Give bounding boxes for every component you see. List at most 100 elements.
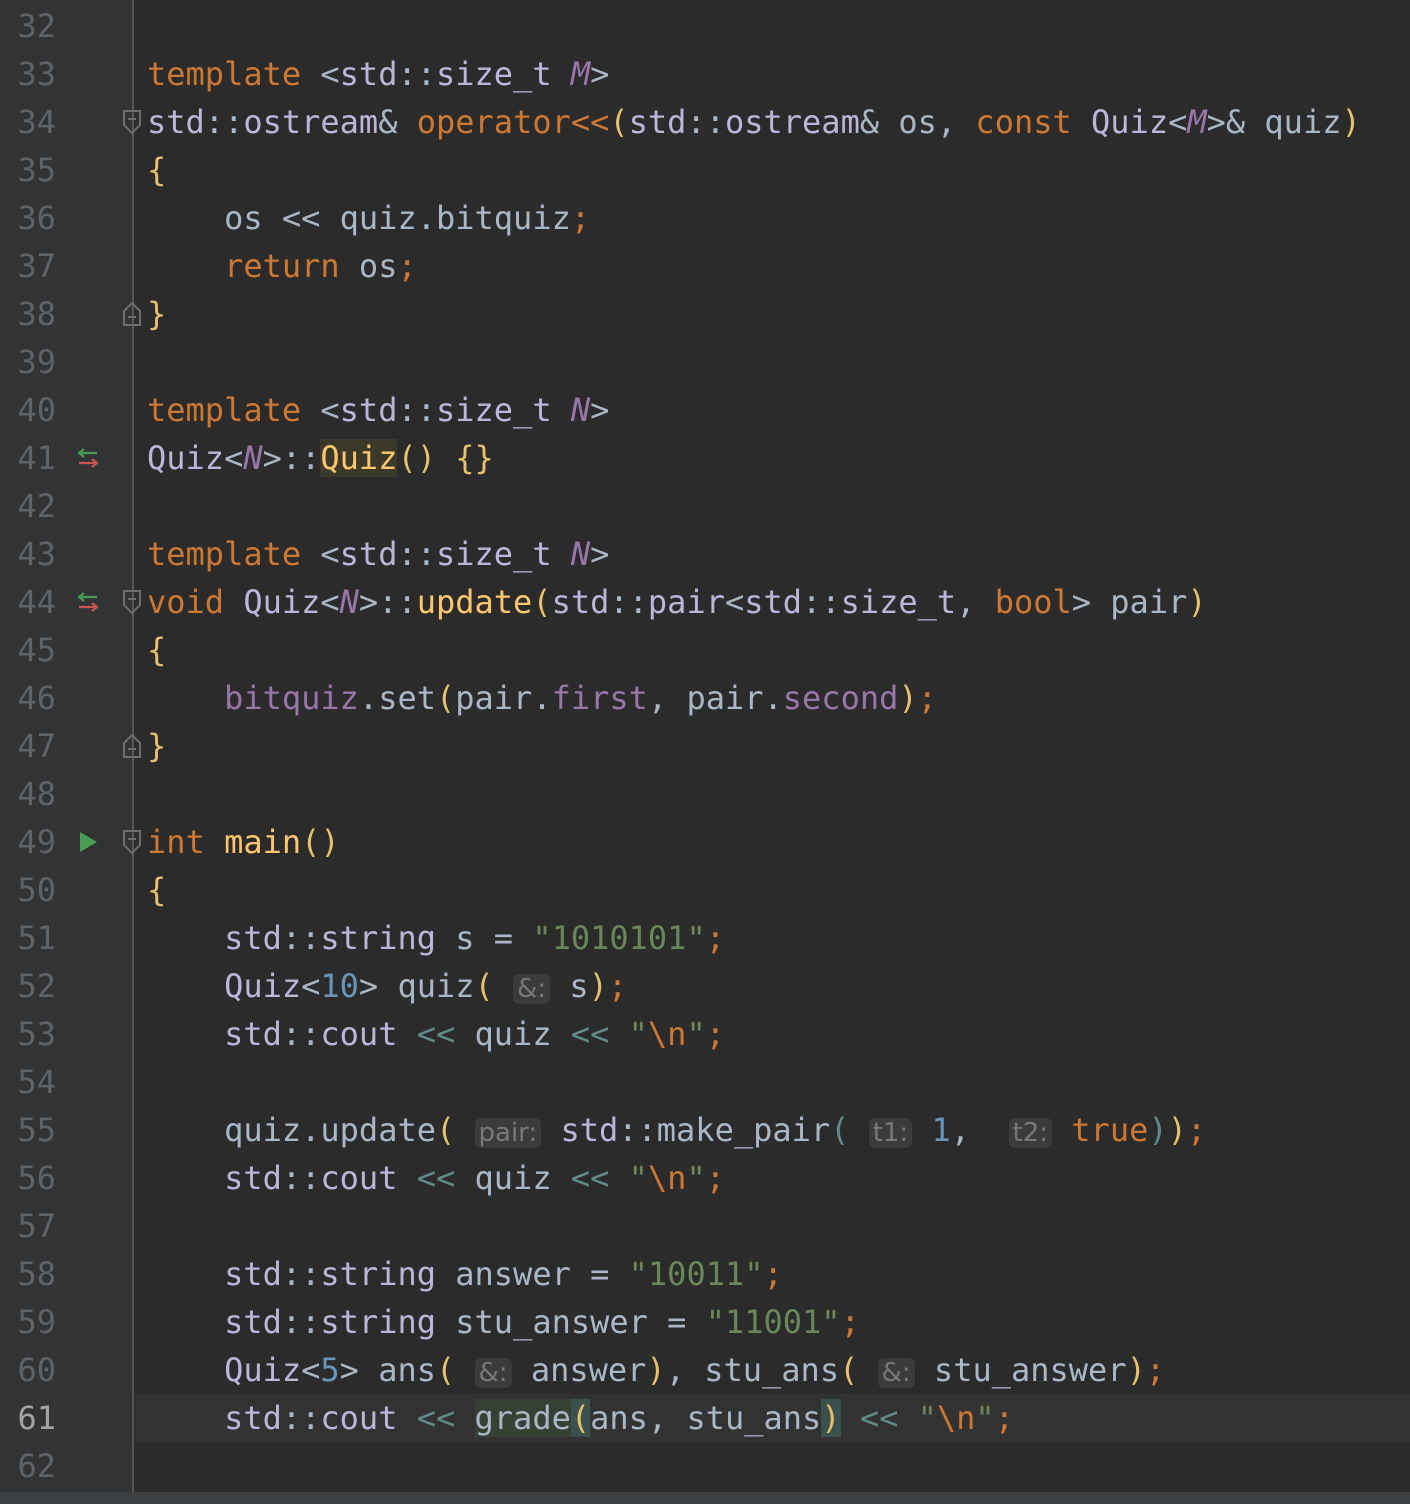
code-line[interactable]: 47 }	[0, 722, 1410, 770]
code-line-current[interactable]: 61 std::cout << grade(ans, stu_ans) << "…	[0, 1394, 1410, 1442]
line-number: 34	[17, 103, 56, 141]
code-line[interactable]: 48	[0, 770, 1410, 818]
line-number: 39	[17, 343, 56, 381]
code-line[interactable]: 52 Quiz<10> quiz( &: s);	[0, 962, 1410, 1010]
line-text: int main()	[147, 823, 340, 861]
line-number: 60	[17, 1351, 56, 1389]
line-text: template <std::size_t N>	[147, 535, 610, 573]
line-text: quiz.update( pair: std::make_pair( t1: 1…	[147, 1111, 1207, 1149]
line-text: void Quiz<N>::update(std::pair<std::size…	[147, 583, 1207, 621]
line-number: 54	[17, 1063, 56, 1101]
line-number: 40	[17, 391, 56, 429]
parameter-hint: &:	[877, 1358, 915, 1388]
line-text: std::string answer = "10011";	[224, 1255, 783, 1293]
line-text: template <std::size_t N>	[147, 391, 610, 429]
code-line[interactable]: 36 os << quiz.bitquiz;	[0, 194, 1410, 242]
code-line[interactable]: 35 {	[0, 146, 1410, 194]
code-line[interactable]: 55 quiz.update( pair: std::make_pair( t1…	[0, 1106, 1410, 1154]
code-line[interactable]: 46 bitquiz.set(pair.first, pair.second);	[0, 674, 1410, 722]
fold-open-icon[interactable]	[118, 98, 146, 146]
line-number: 32	[17, 7, 56, 45]
line-number: 50	[17, 871, 56, 909]
code-line[interactable]: 54	[0, 1058, 1410, 1106]
parameter-hint: t2:	[1008, 1118, 1053, 1148]
line-number: 55	[17, 1111, 56, 1149]
fold-open-icon[interactable]	[118, 818, 146, 866]
line-text: }	[147, 727, 167, 765]
code-line[interactable]: 51 std::string s = "1010101";	[0, 914, 1410, 962]
line-text: Quiz<5> ans( &: answer), stu_ans( &: stu…	[224, 1351, 1166, 1389]
line-number: 43	[17, 535, 56, 573]
line-text: std::string s = "1010101";	[224, 919, 725, 957]
line-text: template <std::size_t M>	[147, 55, 610, 93]
fold-close-icon[interactable]	[118, 722, 146, 770]
line-number: 61	[17, 1399, 56, 1437]
line-number: 44	[17, 583, 56, 621]
code-line[interactable]: 37 return os;	[0, 242, 1410, 290]
line-number: 58	[17, 1255, 56, 1293]
code-line[interactable]: 56 std::cout << quiz << "\n";	[0, 1154, 1410, 1202]
line-text: {	[147, 871, 167, 909]
code-line[interactable]: 42	[0, 482, 1410, 530]
line-text: std::cout << quiz << "\n";	[224, 1159, 725, 1197]
line-number: 53	[17, 1015, 56, 1053]
line-text: std::string stu_answer = "11001";	[224, 1303, 860, 1341]
line-number: 59	[17, 1303, 56, 1341]
line-text: std::cout << quiz << "\n";	[224, 1015, 725, 1053]
line-number: 48	[17, 775, 56, 813]
code-line[interactable]: 53 std::cout << quiz << "\n";	[0, 1010, 1410, 1058]
code-line[interactable]: 45 {	[0, 626, 1410, 674]
line-text: {	[147, 631, 167, 669]
line-number: 41	[17, 439, 56, 477]
line-text: {	[147, 151, 167, 189]
parameter-hint: pair:	[474, 1118, 542, 1148]
line-number: 42	[17, 487, 56, 525]
line-text: Quiz<10> quiz( &: s);	[224, 967, 628, 1005]
code-area[interactable]: 32 33 template <std::size_t M> 34 std::o…	[0, 0, 1410, 1504]
fold-open-icon[interactable]	[118, 578, 146, 626]
code-line[interactable]: 60 Quiz<5> ans( &: answer), stu_ans( &: …	[0, 1346, 1410, 1394]
code-line[interactable]: 49 int main()	[0, 818, 1410, 866]
line-text: std::ostream& operator<<(std::ostream& o…	[147, 103, 1361, 141]
editor-bottom-edge	[0, 1492, 1410, 1504]
line-number: 57	[17, 1207, 56, 1245]
line-number: 51	[17, 919, 56, 957]
line-number: 33	[17, 55, 56, 93]
line-text: }	[147, 295, 167, 333]
code-line[interactable]: 58 std::string answer = "10011";	[0, 1250, 1410, 1298]
code-editor[interactable]: 32 33 template <std::size_t M> 34 std::o…	[0, 0, 1410, 1504]
line-number: 37	[17, 247, 56, 285]
code-line[interactable]: 50 {	[0, 866, 1410, 914]
line-number: 46	[17, 679, 56, 717]
code-line[interactable]: 38 }	[0, 290, 1410, 338]
code-line[interactable]: 43 template <std::size_t N>	[0, 530, 1410, 578]
code-line[interactable]: 34 std::ostream& operator<<(std::ostream…	[0, 98, 1410, 146]
code-line[interactable]: 39	[0, 338, 1410, 386]
code-line[interactable]: 32	[0, 2, 1410, 50]
line-text: os << quiz.bitquiz;	[147, 199, 591, 237]
parameter-hint: t1:	[868, 1118, 913, 1148]
code-line[interactable]: 44 void Quiz<N>::update(std::pair<std::s…	[0, 578, 1410, 626]
code-line[interactable]: 40 template <std::size_t N>	[0, 386, 1410, 434]
parameter-hint: &:	[474, 1358, 512, 1388]
code-line[interactable]: 57	[0, 1202, 1410, 1250]
line-text: return os;	[224, 247, 417, 285]
implements-icon[interactable]	[72, 578, 104, 626]
fold-close-icon[interactable]	[118, 290, 146, 338]
line-number: 45	[17, 631, 56, 669]
line-number: 36	[17, 199, 56, 237]
line-number: 49	[17, 823, 56, 861]
code-line[interactable]: 33 template <std::size_t M>	[0, 50, 1410, 98]
implements-icon[interactable]	[72, 434, 104, 482]
line-number: 47	[17, 727, 56, 765]
code-line[interactable]: 62	[0, 1442, 1410, 1490]
code-line[interactable]: 41 Quiz<N>::Quiz() {}	[0, 434, 1410, 482]
code-line[interactable]: 59 std::string stu_answer = "11001";	[0, 1298, 1410, 1346]
line-text: bitquiz.set(pair.first, pair.second);	[224, 679, 937, 717]
line-number: 38	[17, 295, 56, 333]
line-text: std::cout << grade(ans, stu_ans) << "\n"…	[224, 1399, 1014, 1437]
run-icon[interactable]	[72, 818, 104, 866]
line-number: 35	[17, 151, 56, 189]
line-number: 56	[17, 1159, 56, 1197]
line-text: Quiz<N>::Quiz() {}	[147, 439, 494, 477]
